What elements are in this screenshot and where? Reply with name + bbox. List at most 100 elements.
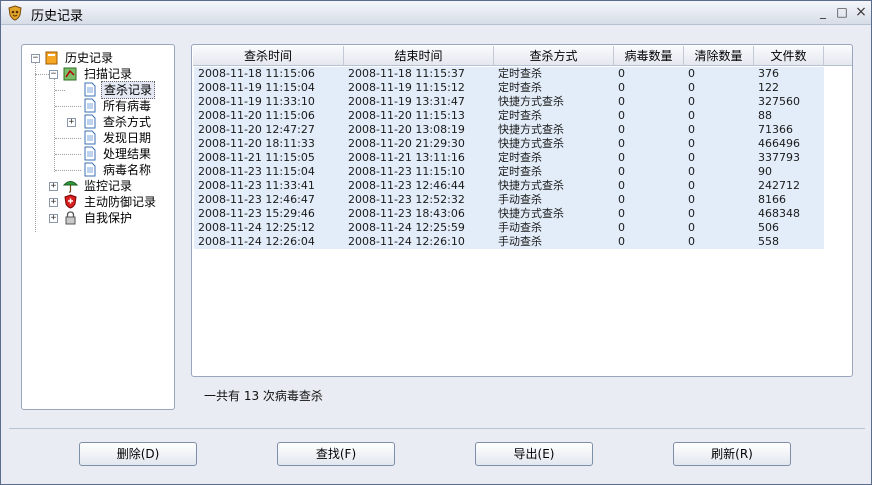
document-icon [84,114,96,129]
table-cell: 327560 [758,95,800,108]
tree-item-result[interactable]: 处理结果 [22,146,172,162]
table-row[interactable]: 2008-11-23 11:33:41 2008-11-23 12:46:44 快捷… [194,179,824,193]
scan-history-table[interactable]: 查杀时间 结束时间 查杀方式 病毒数量 清除数量 文件数 2008-11-18 … [191,44,853,377]
table-row[interactable]: 2008-11-24 12:26:04 2008-11-24 12:26:10 手动… [194,235,824,249]
table-cell: 2008-11-23 12:46:47 [198,193,315,206]
table-row[interactable]: 2008-11-20 12:47:27 2008-11-20 13:08:19 快捷… [194,123,824,137]
table-cell: 0 [688,137,695,150]
refresh-button[interactable]: 刷新(R) [673,442,791,466]
table-row[interactable]: 2008-11-20 18:11:33 2008-11-20 21:29:30 快捷… [194,137,824,151]
minimize-button[interactable]: _ [816,5,830,19]
tree-label: 病毒名称 [103,163,152,177]
close-button[interactable]: × [854,5,868,19]
table-cell: 2008-11-24 12:26:10 [348,235,465,248]
table-cell: 2008-11-18 11:15:37 [348,67,465,80]
tree-item-scan-log[interactable]: 查杀记录 [22,81,172,99]
tree-item-virus-name[interactable]: 病毒名称 [22,162,172,178]
tree-item-history[interactable]: − 历史记录 [22,50,172,66]
table-cell: 0 [688,193,695,206]
table-cell: 0 [618,137,625,150]
tree-view[interactable]: − 历史记录 − 扫描记录 查杀记录 所有病毒 + 查杀方式 发现日期 处理结果… [21,44,175,410]
expand-toggle[interactable]: + [49,182,58,191]
table-cell: 快捷方式查杀 [498,137,564,150]
title-bar: 历史记录 _ □ × [1,1,871,25]
column-header-file-count[interactable]: 文件数 [754,46,824,66]
table-cell: 2008-11-24 12:25:12 [198,221,315,234]
table-cell: 2008-11-23 11:15:04 [198,165,315,178]
table-cell: 定时查杀 [498,165,542,178]
table-cell: 2008-11-19 11:15:12 [348,81,465,94]
table-cell: 2008-11-23 12:46:44 [348,179,465,192]
tree-item-scan-record[interactable]: − 扫描记录 [22,66,172,82]
tree-label: 监控记录 [84,179,133,193]
tree-label: 主动防御记录 [84,195,157,209]
table-row[interactable]: 2008-11-23 15:29:46 2008-11-23 18:43:06 快捷… [194,207,824,221]
table-cell: 2008-11-18 11:15:06 [198,67,315,80]
table-cell: 466496 [758,137,800,150]
table-cell: 2008-11-20 13:08:19 [348,123,465,136]
red-shield-icon [64,194,77,209]
table-cell: 0 [618,207,625,220]
table-cell: 0 [688,67,695,80]
maximize-button[interactable]: □ [835,5,849,19]
delete-button[interactable]: 删除(D) [79,442,197,466]
column-header-virus-count[interactable]: 病毒数量 [614,46,684,66]
document-icon [84,98,96,113]
table-cell: 0 [688,123,695,136]
tree-item-discovery-date[interactable]: 发现日期 [22,130,172,146]
table-row[interactable]: 2008-11-18 11:15:06 2008-11-18 11:15:37 定时… [194,67,824,81]
tree-item-self-protection[interactable]: + 自我保护 [22,210,172,226]
table-row[interactable]: 2008-11-21 11:15:05 2008-11-21 13:11:16 定时… [194,151,824,165]
table-cell: 0 [618,165,625,178]
tree-item-all-viruses[interactable]: 所有病毒 [22,98,172,114]
expand-toggle[interactable]: + [49,198,58,207]
table-cell: 376 [758,67,779,80]
table-row[interactable]: 2008-11-23 11:15:04 2008-11-23 11:15:10 定时… [194,165,824,179]
scan-summary: 一共有 13 次病毒查杀 [204,389,323,403]
tree-item-monitor-record[interactable]: + 监控记录 [22,178,172,194]
table-row[interactable]: 2008-11-19 11:33:10 2008-11-19 13:31:47 快捷… [194,95,824,109]
table-cell: 0 [688,179,695,192]
table-cell: 2008-11-23 12:52:32 [348,193,465,206]
find-button[interactable]: 查找(F) [277,442,395,466]
tree-label: 查杀方式 [103,115,152,129]
document-icon [84,162,96,177]
expand-toggle[interactable]: + [67,118,76,127]
table-cell: 定时查杀 [498,81,542,94]
collapse-toggle[interactable]: − [31,54,40,63]
table-row[interactable]: 2008-11-24 12:25:12 2008-11-24 12:25:59 手动… [194,221,824,235]
table-cell: 定时查杀 [498,109,542,122]
table-cell: 468348 [758,207,800,220]
table-row[interactable]: 2008-11-20 11:15:06 2008-11-20 11:15:13 定时… [194,109,824,123]
column-header-start-time[interactable]: 查杀时间 [193,46,344,66]
column-header-cleared-count[interactable]: 清除数量 [684,46,754,66]
table-row[interactable]: 2008-11-23 12:46:47 2008-11-23 12:52:32 手动… [194,193,824,207]
column-header-scan-method[interactable]: 查杀方式 [494,46,614,66]
collapse-toggle[interactable]: − [49,70,58,79]
table-cell: 337793 [758,151,800,164]
umbrella-icon [63,181,78,193]
table-cell: 0 [618,109,625,122]
tree-label: 发现日期 [103,131,152,145]
table-cell: 242712 [758,179,800,192]
table-row[interactable]: 2008-11-19 11:15:04 2008-11-19 11:15:12 定时… [194,81,824,95]
table-cell: 558 [758,235,779,248]
export-button[interactable]: 导出(E) [475,442,593,466]
tree-item-scan-method[interactable]: + 查杀方式 [22,114,172,130]
table-cell: 71366 [758,123,793,136]
table-cell: 2008-11-20 11:15:06 [198,109,315,122]
expand-toggle[interactable]: + [49,214,58,223]
lock-icon [65,211,76,225]
document-icon [84,130,96,145]
table-cell: 0 [618,81,625,94]
tree-item-active-defense[interactable]: + 主动防御记录 [22,194,172,210]
table-cell: 0 [688,207,695,220]
table-cell: 2008-11-20 11:15:13 [348,109,465,122]
scan-record-icon [63,67,77,81]
column-header-end-time[interactable]: 结束时间 [344,46,494,66]
table-cell: 0 [688,221,695,234]
table-cell: 2008-11-19 13:31:47 [348,95,465,108]
tree-label: 处理结果 [103,147,152,161]
table-cell: 2008-11-23 18:43:06 [348,207,465,220]
tree-label: 查杀记录 [101,81,156,99]
